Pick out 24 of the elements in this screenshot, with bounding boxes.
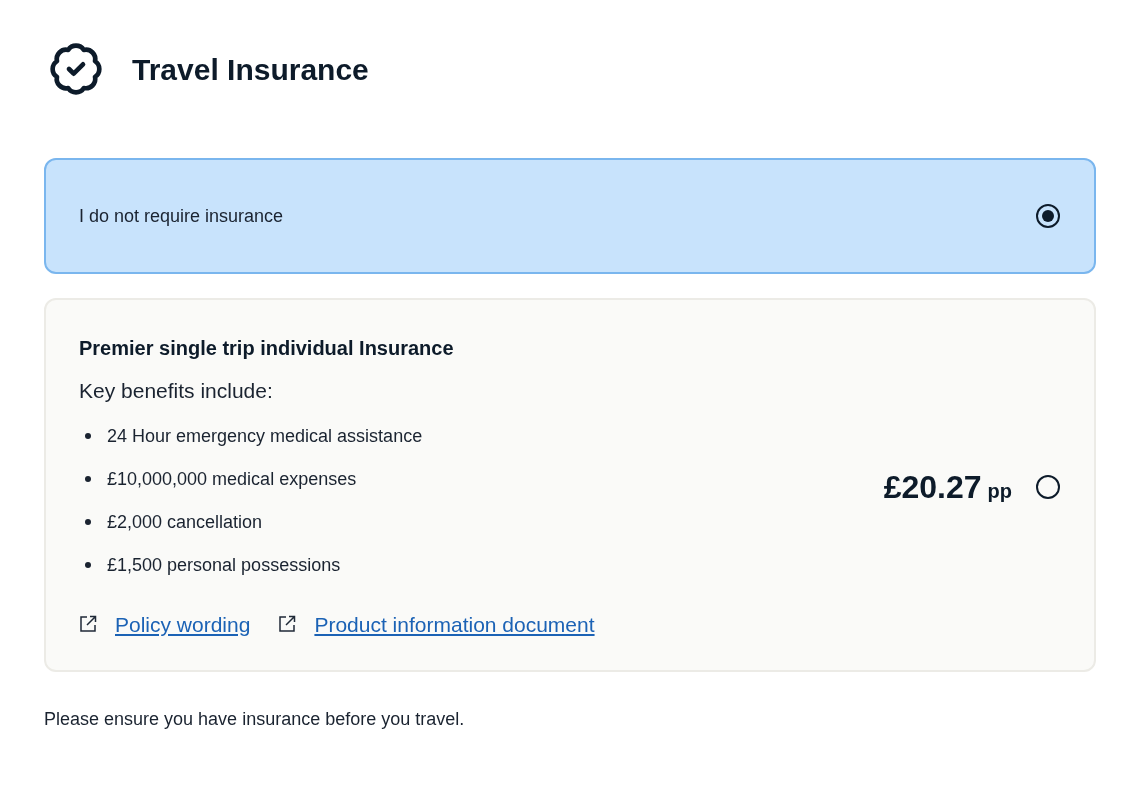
benefit-text: £1,500 personal possessions [107,553,341,577]
option-card[interactable] [44,298,1096,672]
document-link[interactable]: Policy wording [115,608,251,640]
radio-button[interactable] [1036,204,1060,228]
benefit-text: £2,000 cancellation [107,510,263,534]
price: £20.27 [883,467,982,507]
benefit-text: 24 Hour emergency medical assistance [107,424,423,448]
badge-check-icon [48,40,104,98]
price-unit: pp [987,478,1012,504]
footer-note: Please ensure you have insurance before you travel. [44,708,466,731]
option-card[interactable]: I do not require insurance [44,158,1096,274]
option-label: I do not require insurance [79,204,284,228]
external-link-icon [278,615,297,634]
benefit-text: £10,000,000 medical expenses [107,467,357,491]
plan-title: Premier single trip individual Insurance [79,336,455,361]
bullet-icon [85,562,91,568]
plan-subtitle: Key benefits include: [79,378,274,404]
bullet-icon [85,433,91,439]
bullet-icon [85,476,91,482]
document-link[interactable]: Product information document [314,608,595,640]
page-title: Travel Insurance [132,51,369,88]
radio-button[interactable] [1036,474,1060,499]
external-link-icon [79,615,97,634]
bullet-icon [85,519,91,525]
